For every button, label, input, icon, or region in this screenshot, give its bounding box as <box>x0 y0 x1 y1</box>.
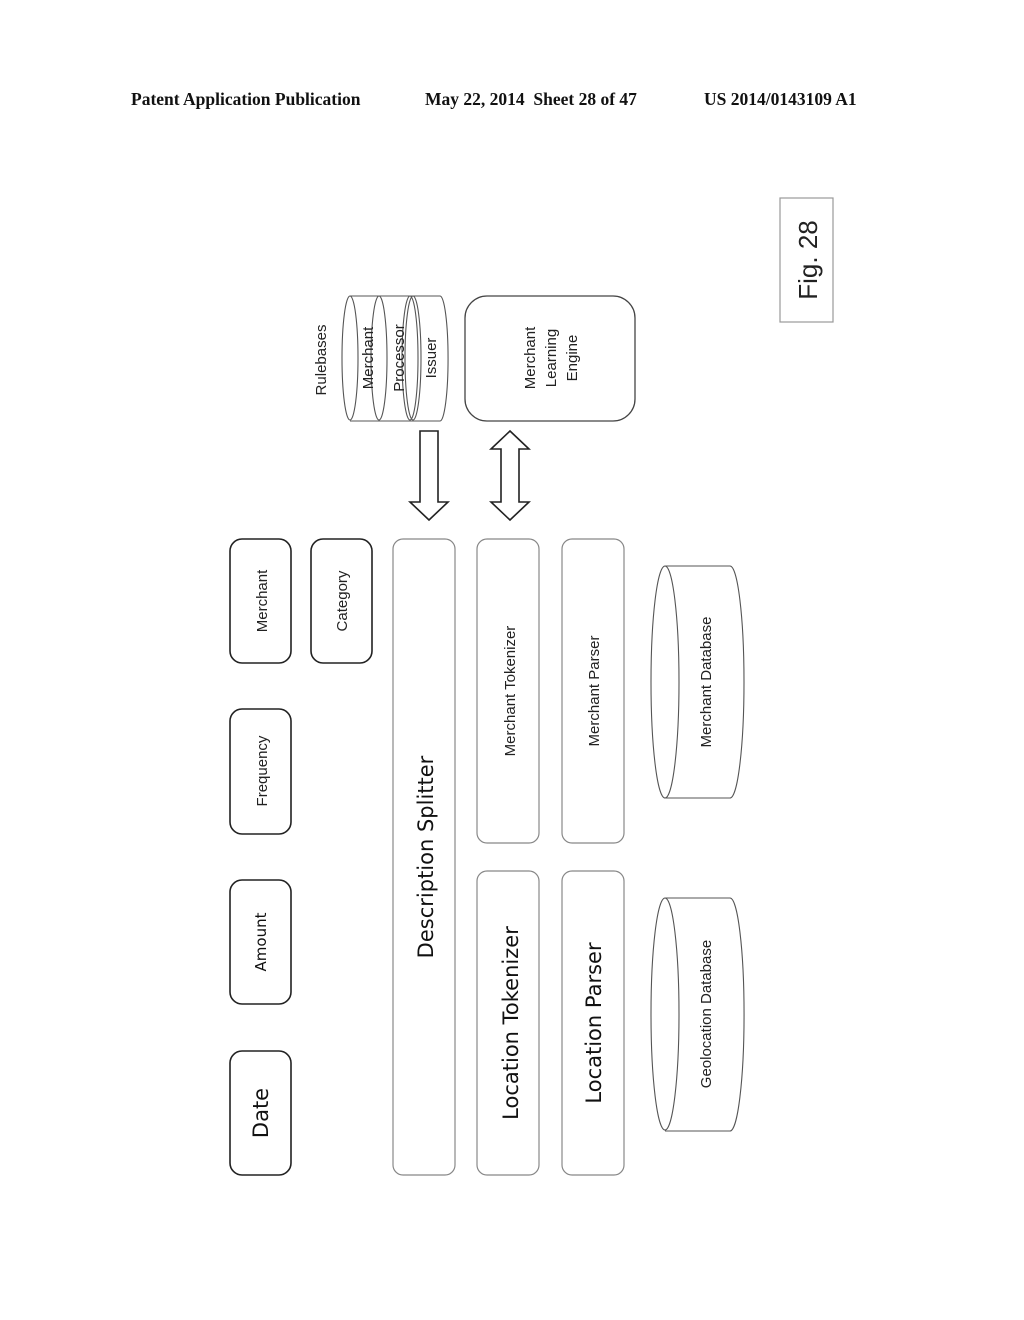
input-category: Category <box>310 538 373 664</box>
figure-label: Fig. 28 <box>779 197 834 323</box>
rulebase-merchant-label: Merchant <box>360 326 377 389</box>
merchant-database: Merchant Database <box>650 565 745 799</box>
rulebase-merchant-cap <box>341 295 359 421</box>
location-parser-label: Location Parser <box>582 942 606 1104</box>
merchant-database-end <box>650 565 680 799</box>
merchant-learning-engine-line3: Engine <box>564 335 581 382</box>
location-tokenizer-label: Location Tokenizer <box>499 926 523 1120</box>
diagram-canvas: Fig. 28 Date Amount Frequency Merchant C… <box>229 197 834 1176</box>
merchant-learning-engine: Merchant Learning Engine <box>464 295 636 422</box>
merchant-database-label: Merchant Database <box>698 617 715 748</box>
merchant-parser-label: Merchant Parser <box>586 636 603 747</box>
geolocation-database-end <box>650 897 680 1131</box>
input-date: Date <box>229 1050 292 1176</box>
down-arrow-icon <box>407 430 451 522</box>
input-amount-label: Amount <box>252 912 270 971</box>
figure-label-text: Fig. 28 <box>793 220 823 300</box>
description-splitter: Description Splitter <box>392 538 456 1176</box>
description-splitter-label: Description Splitter <box>414 755 438 958</box>
bidirectional-arrow-icon <box>488 429 532 522</box>
input-frequency-label: Frequency <box>254 735 271 806</box>
rulebases-title: Rulebases <box>313 325 330 396</box>
input-merchant: Merchant <box>229 538 292 664</box>
input-amount: Amount <box>229 879 292 1005</box>
merchant-parser: Merchant Parser <box>561 538 625 844</box>
rulebase-issuer-label: Issuer <box>423 338 440 379</box>
merchant-tokenizer-label: Merchant Tokenizer <box>502 626 519 757</box>
merchant-learning-engine-line2: Learning <box>543 329 560 387</box>
location-tokenizer: Location Tokenizer <box>476 870 540 1176</box>
merchant-tokenizer: Merchant Tokenizer <box>476 538 540 844</box>
input-category-label: Category <box>334 570 351 631</box>
merchant-learning-engine-line1: Merchant <box>522 326 539 389</box>
geolocation-database-label: Geolocation Database <box>698 940 715 1088</box>
input-merchant-label: Merchant <box>254 569 271 632</box>
rulebase-processor-label: Processor <box>391 324 408 392</box>
rulebases: Rulebases Merchant Processor Issuer <box>313 295 449 422</box>
input-frequency: Frequency <box>229 708 292 835</box>
input-date-label: Date <box>249 1088 273 1138</box>
location-parser: Location Parser <box>561 870 625 1176</box>
rulebases-end <box>439 295 449 422</box>
geolocation-database: Geolocation Database <box>650 897 745 1132</box>
